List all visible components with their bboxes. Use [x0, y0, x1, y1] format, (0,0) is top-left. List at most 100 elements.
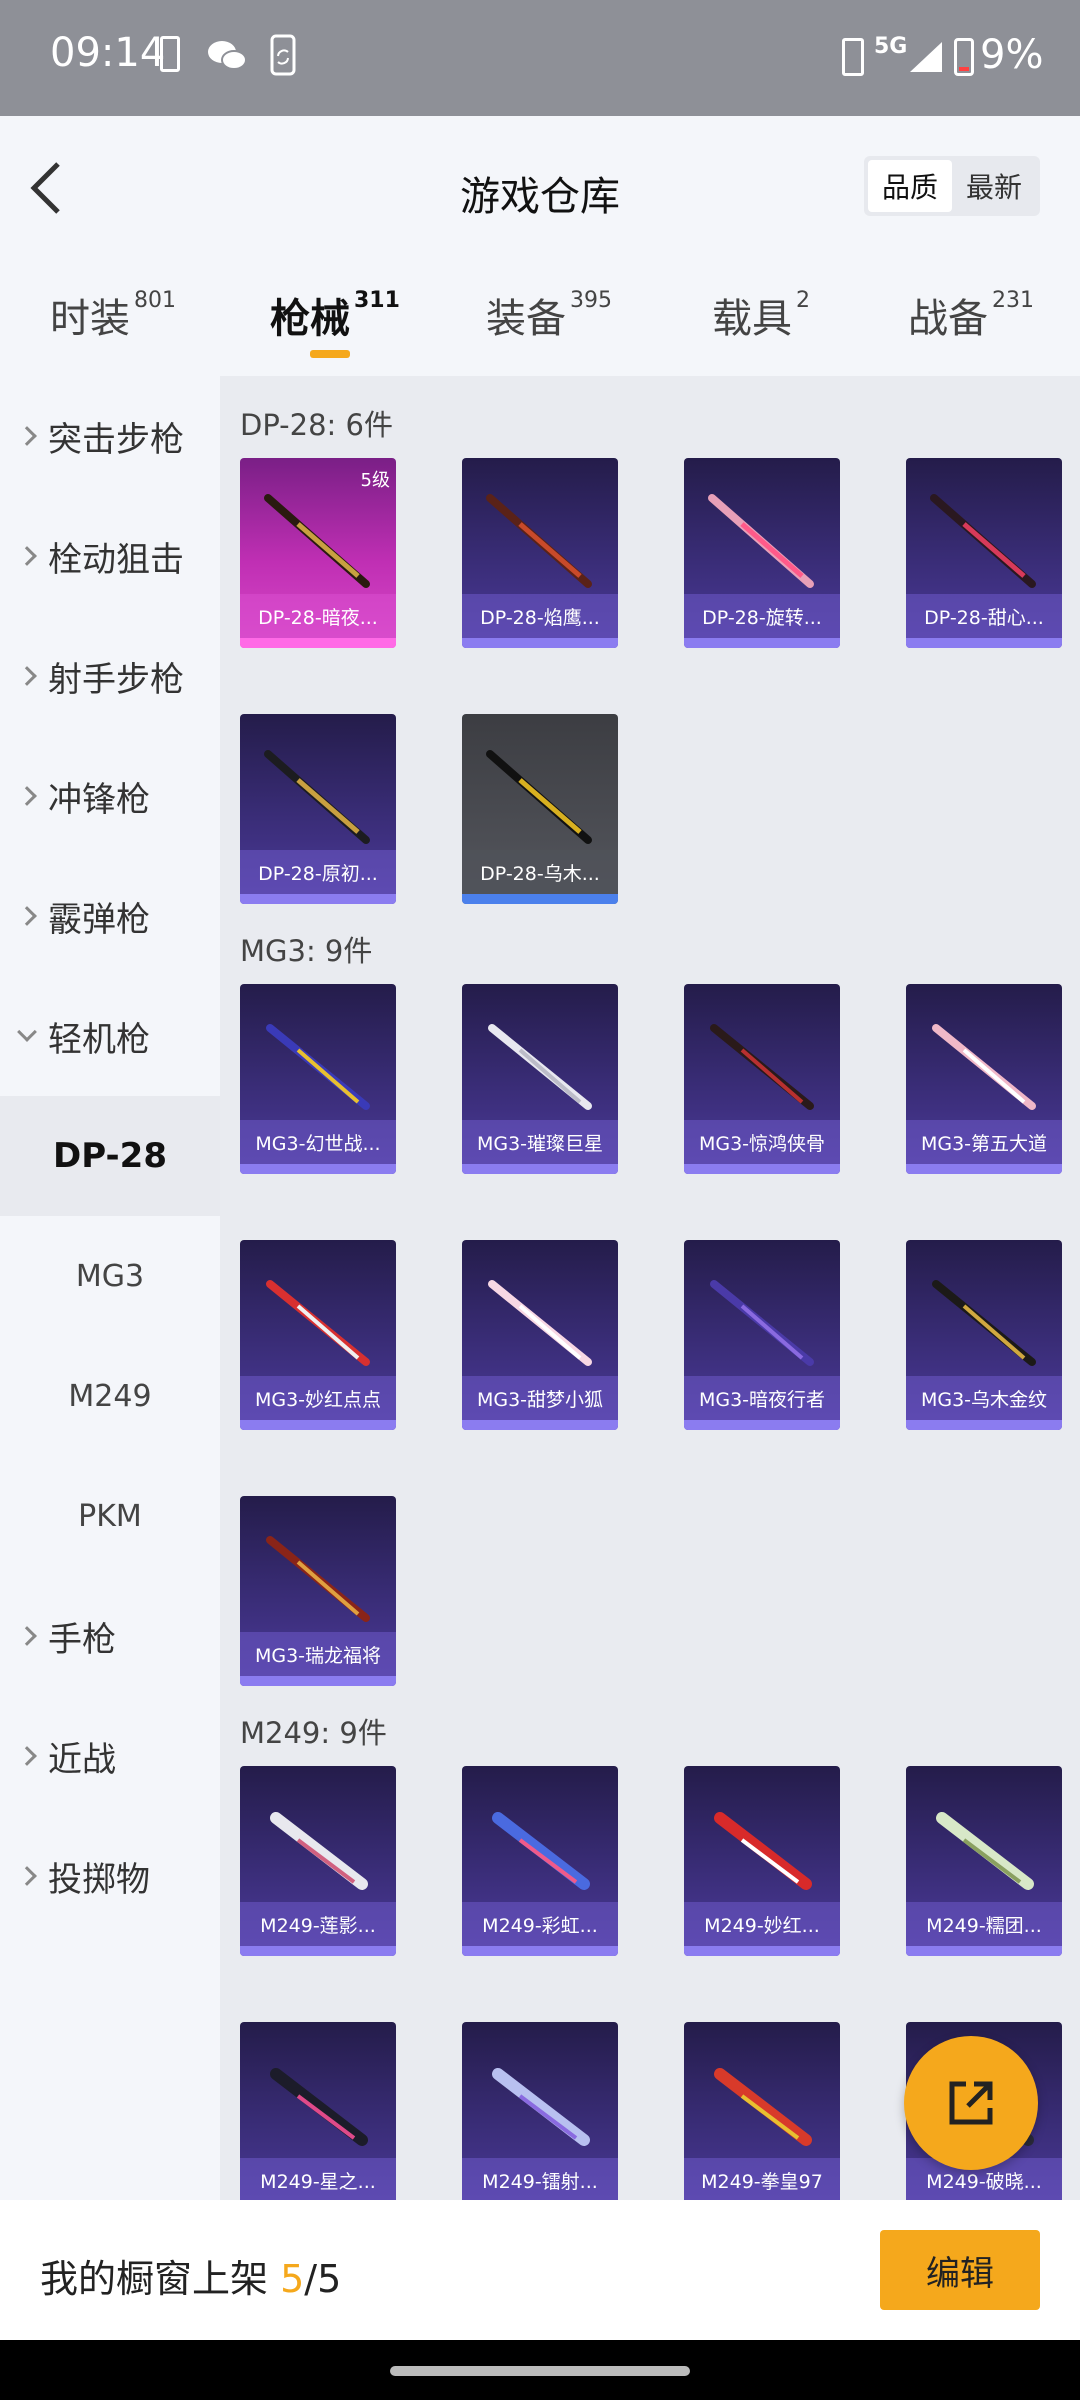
item-card[interactable]: M249-镭射...	[462, 2022, 618, 2200]
tab-vehicles[interactable]: 载具 2	[712, 286, 810, 344]
chevron-right-icon	[17, 546, 37, 566]
rarity-strip	[462, 638, 618, 648]
sidebar-item-smgs[interactable]: 冲锋枪	[0, 736, 220, 856]
rarity-strip	[684, 1420, 840, 1430]
chevron-right-icon	[17, 786, 37, 806]
gun-skin-icon	[710, 1280, 814, 1366]
sidebar-subitem-pkm[interactable]: PKM	[0, 1456, 220, 1576]
gun-skin-icon	[932, 1280, 1036, 1366]
signal-icon	[910, 42, 942, 72]
item-name: MG3-璀璨巨星	[462, 1120, 618, 1164]
sidebar-subitem-mg3[interactable]: MG3	[0, 1216, 220, 1336]
sidebar-item-label: 近战	[48, 1739, 116, 1780]
rarity-strip	[684, 1946, 840, 1956]
battery-icon	[954, 38, 974, 76]
item-card[interactable]: M249-糯团...	[906, 1766, 1062, 1956]
tab-outfits[interactable]: 时装 801	[50, 286, 176, 344]
gun-skin-icon	[714, 1812, 812, 1890]
sidebar-item-assault-rifles[interactable]: 突击步枪	[0, 376, 220, 496]
item-card[interactable]: M249-莲影...	[240, 1766, 396, 1956]
item-card[interactable]: MG3-乌木金纹	[906, 1240, 1062, 1430]
sidebar-item-melee[interactable]: 近战	[0, 1696, 220, 1816]
item-card[interactable]: M249-妙红...	[684, 1766, 840, 1956]
item-name: MG3-甜梦小狐	[462, 1376, 618, 1420]
rarity-strip	[906, 1420, 1062, 1430]
item-name: M249-莲影...	[240, 1902, 396, 1946]
item-card[interactable]: DP-28-旋转...	[684, 458, 840, 648]
item-card[interactable]: M249-彩虹...	[462, 1766, 618, 1956]
sidebar-item-marksman-rifles[interactable]: 射手步枪	[0, 616, 220, 736]
tab-count: 2	[796, 288, 810, 313]
section-title-m249: M249: 9件	[240, 1716, 387, 1750]
header: 游戏仓库 品质 最新	[0, 116, 1080, 256]
item-card[interactable]: DP-28-甜心...	[906, 458, 1062, 648]
sidebar-item-shotguns[interactable]: 霰弹枪	[0, 856, 220, 976]
item-card[interactable]: 5级 DP-28-暗夜...	[240, 458, 396, 648]
rarity-strip	[906, 1946, 1062, 1956]
tab-supplies[interactable]: 战备 231	[908, 286, 1034, 344]
item-card[interactable]: MG3-妙红点点	[240, 1240, 396, 1430]
tab-count: 801	[134, 288, 176, 313]
battery-percent: 9%	[980, 32, 1044, 78]
tab-label: 战备	[908, 296, 988, 342]
item-card[interactable]: DP-28-乌木...	[462, 714, 618, 904]
rarity-strip	[462, 1164, 618, 1174]
item-name: M249-镭射...	[462, 2158, 618, 2200]
item-card[interactable]: M249-星之...	[240, 2022, 396, 2200]
external-link-icon	[949, 2081, 993, 2125]
sidebar-item-lmgs[interactable]: 轻机枪	[0, 976, 220, 1096]
sidebar-subitem-dp28[interactable]: DP-28	[0, 1096, 220, 1216]
sim-icon	[842, 38, 864, 76]
wechat-icon	[208, 41, 247, 70]
item-name: MG3-乌木金纹	[906, 1376, 1062, 1420]
rarity-strip	[462, 1420, 618, 1430]
tab-label: 装备	[486, 296, 566, 342]
sidebar-subitem-m249[interactable]: M249	[0, 1336, 220, 1456]
sort-option-quality[interactable]: 品质	[868, 160, 952, 212]
item-name: DP-28-甜心...	[906, 594, 1062, 638]
gun-skin-icon	[930, 494, 1036, 588]
tab-label: 枪械	[270, 296, 350, 342]
rarity-strip	[240, 1420, 396, 1430]
item-card[interactable]: DP-28-焰鹰...	[462, 458, 618, 648]
rarity-strip	[906, 638, 1062, 648]
showcase-label: 我的橱窗上架	[40, 2257, 281, 2301]
tab-count: 231	[992, 288, 1034, 313]
chevron-right-icon	[17, 906, 37, 926]
item-card[interactable]: MG3-甜梦小狐	[462, 1240, 618, 1430]
share-button[interactable]	[904, 2036, 1038, 2170]
item-card[interactable]: MG3-瑞龙福将	[240, 1496, 396, 1686]
network-type: 5G	[874, 34, 908, 59]
gun-skin-icon	[488, 1280, 592, 1366]
chevron-right-icon	[17, 1866, 37, 1886]
item-name: DP-28-旋转...	[684, 594, 840, 638]
tab-equipment[interactable]: 装备 395	[486, 286, 612, 344]
item-card[interactable]: MG3-惊鸿侠骨	[684, 984, 840, 1174]
sidebar-item-pistols[interactable]: 手枪	[0, 1576, 220, 1696]
item-card[interactable]: MG3-暗夜行者	[684, 1240, 840, 1430]
sidebar-item-bolt-snipers[interactable]: 栓动狙击	[0, 496, 220, 616]
item-name: MG3-瑞龙福将	[240, 1632, 396, 1676]
section-title-mg3: MG3: 9件	[240, 934, 373, 968]
sidebar-item-label: 轻机枪	[48, 1019, 150, 1060]
gesture-handle[interactable]	[390, 2366, 690, 2376]
chevron-right-icon	[17, 1746, 37, 1766]
sidebar-item-label: 投掷物	[48, 1859, 150, 1900]
item-name: MG3-妙红点点	[240, 1376, 396, 1420]
rarity-strip	[240, 638, 396, 648]
item-name: M249-糯团...	[906, 1902, 1062, 1946]
item-card[interactable]: M249-拳皇97	[684, 2022, 840, 2200]
item-card[interactable]: MG3-第五大道	[906, 984, 1062, 1174]
item-card[interactable]: MG3-璀璨巨星	[462, 984, 618, 1174]
rarity-strip	[240, 1164, 396, 1174]
tab-guns[interactable]: 枪械 311	[270, 286, 400, 344]
item-card[interactable]: DP-28-原初...	[240, 714, 396, 904]
status-bar: 09:14 5G 9%	[0, 0, 1080, 116]
edit-button[interactable]: 编辑	[880, 2230, 1040, 2310]
sidebar-item-throwables[interactable]: 投掷物	[0, 1816, 220, 1936]
item-card[interactable]: MG3-幻世战...	[240, 984, 396, 1174]
rarity-strip	[240, 894, 396, 904]
sort-option-newest[interactable]: 最新	[952, 160, 1036, 212]
sidebar: 突击步枪 栓动狙击 射手步枪 冲锋枪 霰弹枪 轻机枪 DP-28 MG3 M24…	[0, 376, 220, 2200]
showcase-status: 我的橱窗上架 5/5	[40, 2248, 341, 2303]
